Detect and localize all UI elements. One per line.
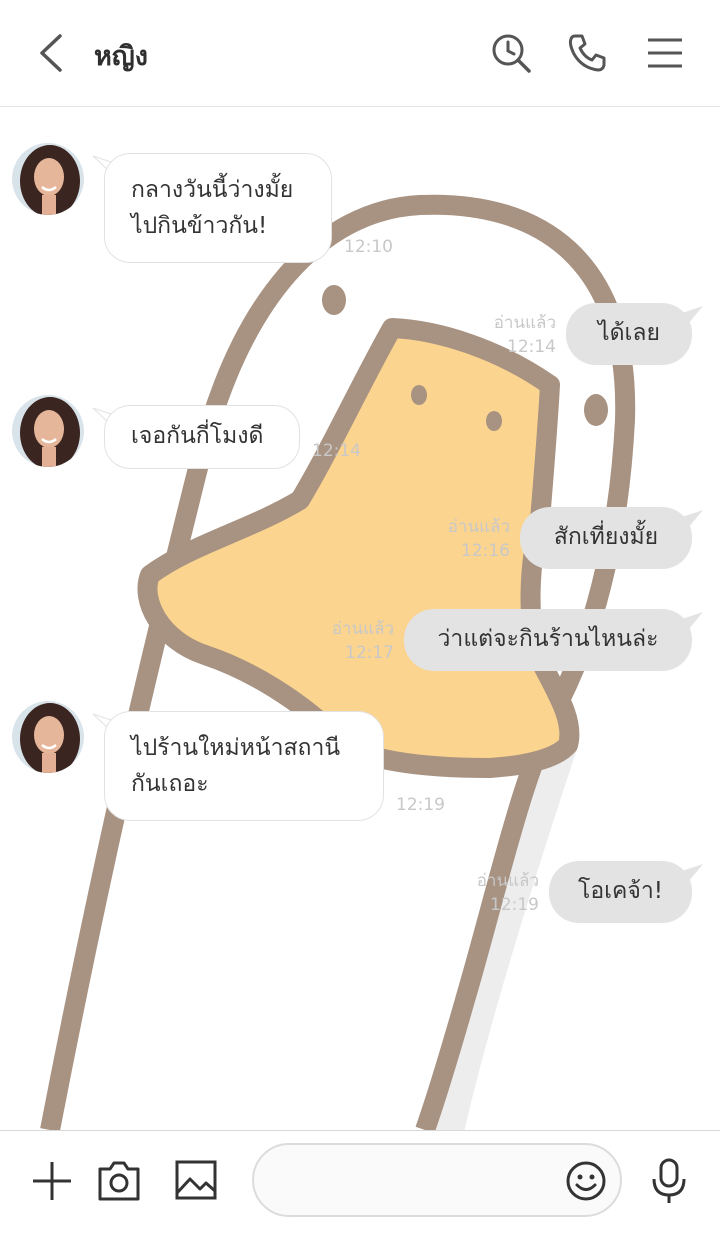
message-time: 12:19 (396, 795, 445, 815)
message-text-line: เจอกันกี่โมงดี (131, 423, 264, 449)
avatar-photo (12, 395, 84, 467)
image-icon[interactable] (174, 1159, 218, 1201)
message-time: 12:16 (461, 541, 510, 561)
message-bubble-outgoing[interactable]: สักเที่ยงมั้ย (520, 507, 692, 569)
phone-icon[interactable] (566, 32, 608, 74)
message-time: 12:14 (507, 337, 556, 357)
message-bubble-incoming[interactable]: กลางวันนี้ว่างมั้ย ไปกินข้าวกัน! (104, 153, 332, 263)
message-time: 12:17 (345, 643, 394, 663)
avatar[interactable] (12, 395, 84, 467)
message-text-line: กันเถอะ (131, 771, 209, 797)
message-bubble-outgoing[interactable]: ได้เลย (566, 303, 692, 365)
message-bubble-outgoing[interactable]: โอเคจ้า! (549, 861, 692, 923)
message-meta: อ่านแล้ว 12:19 (453, 869, 539, 917)
message-bubble-outgoing[interactable]: ว่าแต่จะกินร้านไหนล่ะ (404, 609, 692, 671)
message-time: 12:10 (344, 237, 393, 257)
read-receipt: อ่านแล้ว (476, 871, 539, 891)
avatar[interactable] (12, 701, 84, 773)
message-text: ว่าแต่จะกินร้านไหนล่ะ (437, 626, 659, 652)
message-bubble-incoming[interactable]: เจอกันกี่โมงดี (104, 405, 300, 469)
avatar-photo (12, 143, 84, 215)
avatar-photo (12, 701, 84, 773)
message-meta: อ่านแล้ว 12:17 (308, 617, 394, 665)
camera-icon[interactable] (96, 1157, 142, 1203)
message-time: 12:14 (312, 441, 361, 461)
message-composer (0, 1130, 720, 1233)
message-text-line: ไปกินข้าวกัน! (131, 213, 268, 239)
message-text: ได้เลย (598, 320, 660, 346)
message-text: สักเที่ยงมั้ย (553, 524, 659, 550)
message-meta: อ่านแล้ว 12:16 (424, 515, 510, 563)
message-text-line: กลางวันนี้ว่างมั้ย (131, 177, 294, 203)
message-bubble-incoming[interactable]: ไปร้านใหม่หน้าสถานี กันเถอะ (104, 711, 384, 821)
chevron-left-icon[interactable] (32, 30, 72, 76)
message-text: โอเคจ้า! (577, 878, 664, 904)
message-text-line: ไปร้านใหม่หน้าสถานี (131, 735, 341, 761)
chat-header: หญิง (0, 0, 720, 107)
read-receipt: อ่านแล้ว (447, 517, 510, 537)
read-receipt: อ่านแล้ว (331, 619, 394, 639)
message-meta: อ่านแล้ว 12:14 (470, 311, 556, 359)
microphone-icon[interactable] (650, 1157, 688, 1205)
search-clock-icon[interactable] (490, 32, 532, 74)
hamburger-icon[interactable] (644, 32, 686, 74)
chat-title: หญิง (94, 41, 148, 72)
message-time: 12:19 (490, 895, 539, 915)
plus-icon[interactable] (30, 1159, 74, 1203)
avatar[interactable] (12, 143, 84, 215)
read-receipt: อ่านแล้ว (493, 313, 556, 333)
chat-area[interactable]: กลางวันนี้ว่างมั้ย ไปกินข้าวกัน! 12:10 ไ… (0, 107, 720, 1130)
emoji-icon[interactable] (565, 1160, 607, 1202)
